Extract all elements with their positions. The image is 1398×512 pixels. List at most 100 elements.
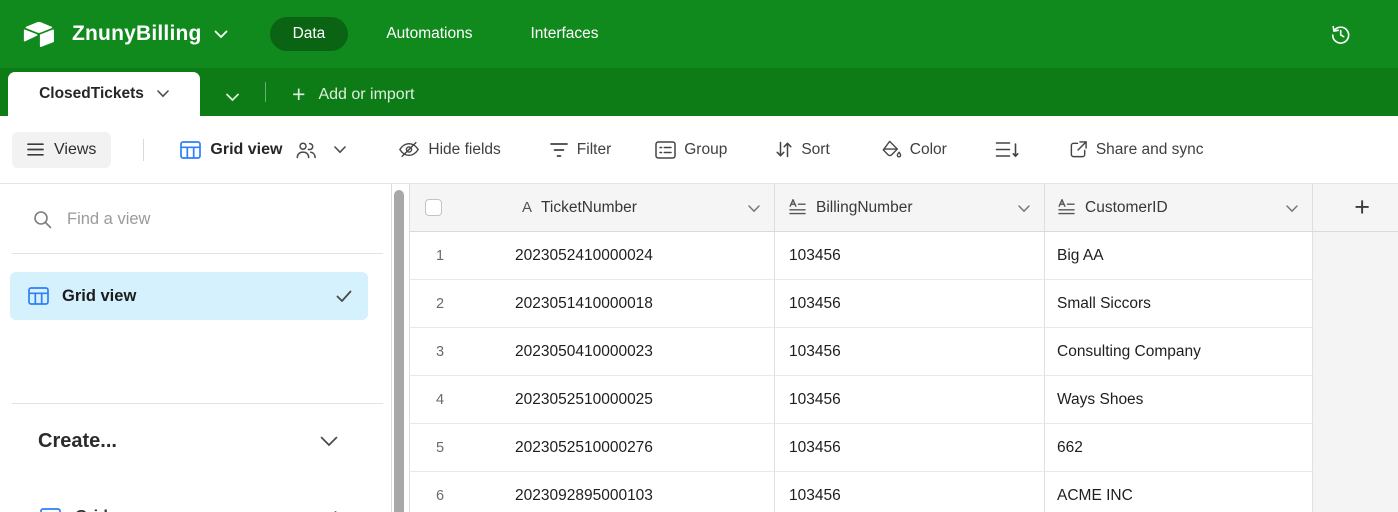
current-view-name: Grid view <box>210 141 282 159</box>
select-all-checkbox[interactable] <box>425 199 442 216</box>
top-bar: ZnunyBilling Data Automations Interfaces <box>0 0 1398 68</box>
view-item-label: Grid view <box>62 287 136 306</box>
sort-button[interactable]: Sort <box>775 141 829 159</box>
column-chevron-down-icon[interactable] <box>1286 205 1298 213</box>
table-tab-closedtickets[interactable]: ClosedTickets <box>8 72 200 116</box>
row-filler <box>1313 376 1398 424</box>
view-chevron-down-icon <box>334 146 346 154</box>
base-title[interactable]: ZnunyBilling <box>72 22 202 46</box>
cell-value: 2023052510000025 <box>515 391 653 409</box>
row-number: 6 <box>410 488 470 504</box>
cell-billingnumber[interactable]: 103456 <box>775 280 1045 328</box>
find-a-view-input[interactable]: Find a view <box>67 210 150 229</box>
cell-value: 103456 <box>789 391 841 409</box>
row-filler <box>1313 328 1398 376</box>
paint-bucket-icon <box>880 140 902 159</box>
share-and-sync-button[interactable]: Share and sync <box>1069 140 1204 159</box>
column-name: TicketNumber <box>541 199 637 217</box>
scrollbar-thumb[interactable] <box>394 190 404 512</box>
hide-fields-button[interactable]: Hide fields <box>398 140 500 159</box>
row-number: 3 <box>410 344 470 360</box>
cell-ticketnumber[interactable]: 1 2023052410000024 <box>410 232 775 280</box>
hamburger-icon <box>27 143 44 156</box>
row-number: 5 <box>410 440 470 456</box>
row-filler <box>1313 472 1398 512</box>
color-button[interactable]: Color <box>880 140 947 159</box>
base-title-chevron-down-icon[interactable] <box>214 30 228 39</box>
column-header-ticketnumber[interactable]: A TicketNumber <box>410 184 775 232</box>
column-chevron-down-icon[interactable] <box>1018 205 1030 213</box>
plus-icon[interactable]: + <box>329 504 342 512</box>
table-tab-chevron-down-icon[interactable] <box>157 90 169 98</box>
create-section-title: Create... <box>38 430 117 453</box>
cell-ticketnumber[interactable]: 5 2023052510000276 <box>410 424 775 472</box>
tab-automations[interactable]: Automations <box>386 17 472 51</box>
table-row: 6 2023092895000103 103456 ACME INC <box>410 472 1398 512</box>
row-height-button[interactable] <box>995 141 1019 159</box>
cell-value: 103456 <box>789 295 841 313</box>
views-button[interactable]: Views <box>12 132 111 168</box>
history-icon[interactable] <box>1329 23 1352 46</box>
create-grid-view-item[interactable]: Grid + <box>10 493 368 512</box>
row-number: 2 <box>410 296 470 312</box>
cell-customerid[interactable]: 662 <box>1045 424 1313 472</box>
cell-customerid[interactable]: Small Siccors <box>1045 280 1313 328</box>
column-chevron-down-icon[interactable] <box>748 205 760 213</box>
cell-billingnumber[interactable]: 103456 <box>775 472 1045 512</box>
row-number: 1 <box>410 248 470 264</box>
current-view-selector[interactable]: Grid view <box>180 141 346 159</box>
plus-icon: + <box>1354 194 1370 221</box>
table-tab-bar: ClosedTickets + Add or import <box>0 68 1398 116</box>
cell-value: Big AA <box>1057 247 1104 265</box>
sidebar-divider <box>12 403 383 404</box>
cell-ticketnumber[interactable]: 2 2023051410000018 <box>410 280 775 328</box>
cell-ticketnumber[interactable]: 6 2023092895000103 <box>410 472 775 512</box>
row-filler <box>1313 424 1398 472</box>
cell-ticketnumber[interactable]: 3 2023050410000023 <box>410 328 775 376</box>
add-or-import-button[interactable]: + Add or import <box>292 83 414 106</box>
column-header-billingnumber[interactable]: BillingNumber <box>775 184 1045 232</box>
cell-billingnumber[interactable]: 103456 <box>775 376 1045 424</box>
add-or-import-label: Add or import <box>318 86 414 104</box>
sidebar-item-grid-view[interactable]: Grid view <box>10 272 368 320</box>
tab-data[interactable]: Data <box>270 17 349 51</box>
group-icon <box>655 141 676 159</box>
app-logo-icon[interactable] <box>22 20 56 49</box>
column-header-customerid[interactable]: CustomerID <box>1045 184 1313 232</box>
views-label: Views <box>54 141 96 159</box>
create-item-label: Grid <box>75 508 108 512</box>
grid-view-icon <box>40 508 61 512</box>
cell-billingnumber[interactable]: 103456 <box>775 328 1045 376</box>
table-row: 1 2023052410000024 103456 Big AA <box>410 232 1398 280</box>
table-list-chevron-down-icon[interactable] <box>226 93 239 102</box>
cell-ticketnumber[interactable]: 4 2023052510000025 <box>410 376 775 424</box>
cell-billingnumber[interactable]: 103456 <box>775 232 1045 280</box>
search-icon <box>33 210 52 229</box>
table-row: 4 2023052510000025 103456 Ways Shoes <box>410 376 1398 424</box>
add-field-button[interactable]: + <box>1313 184 1398 232</box>
grid-view-icon <box>180 141 201 159</box>
table-tab-label: ClosedTickets <box>39 85 144 103</box>
tab-interfaces[interactable]: Interfaces <box>530 17 598 51</box>
sort-label: Sort <box>801 141 829 159</box>
filter-button[interactable]: Filter <box>549 141 611 159</box>
data-grid: A TicketNumber <box>409 184 1398 512</box>
row-number: 4 <box>410 392 470 408</box>
cell-customerid[interactable]: Consulting Company <box>1045 328 1313 376</box>
toolbar-divider <box>143 139 144 161</box>
cell-value: 2023052410000024 <box>515 247 653 265</box>
cell-customerid[interactable]: ACME INC <box>1045 472 1313 512</box>
grid-view-icon <box>28 287 49 305</box>
group-button[interactable]: Group <box>655 141 727 159</box>
sidebar-divider <box>12 253 383 254</box>
row-height-icon <box>995 141 1019 159</box>
cell-customerid[interactable]: Ways Shoes <box>1045 376 1313 424</box>
cell-customerid[interactable]: Big AA <box>1045 232 1313 280</box>
table-row: 5 2023052510000276 103456 662 <box>410 424 1398 472</box>
cell-value: ACME INC <box>1057 487 1133 505</box>
create-section-chevron-down-icon[interactable] <box>320 436 338 447</box>
grid-header-row: A TicketNumber <box>410 184 1398 232</box>
color-label: Color <box>910 141 947 159</box>
cell-value: 2023050410000023 <box>515 343 653 361</box>
cell-billingnumber[interactable]: 103456 <box>775 424 1045 472</box>
